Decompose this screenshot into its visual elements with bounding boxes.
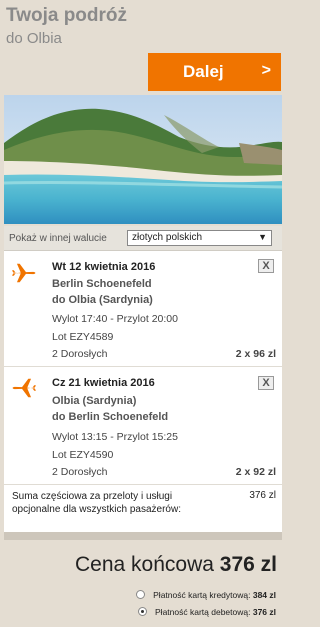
flight-number: Lot EZY4590 [52, 449, 114, 461]
flight-times: Wylot 17:40 - Przylot 20:00 [52, 313, 178, 325]
currency-select[interactable]: złotych polskich ▼ [127, 230, 272, 246]
flight-passengers: 2 Dorosłych [52, 466, 108, 478]
flight-price: 2 x 96 zl [235, 348, 276, 360]
payment-option-amount: 384 zl [252, 590, 276, 600]
remove-flight-button[interactable]: X [258, 259, 274, 273]
chevron-right-icon: > [261, 62, 271, 79]
payment-option-credit[interactable]: Płatność kartą kredytową: 384 zl [135, 590, 276, 600]
page-subtitle: do Olbia [6, 30, 62, 47]
flight-date: Wt 12 kwietnia 2016 [52, 261, 156, 273]
payment-option-label: Płatność kartą kredytową: [153, 590, 251, 600]
flight-card-return: Cz 21 kwietnia 2016 Olbia (Sardynia) do … [4, 366, 282, 484]
flight-price: 2 x 92 zl [235, 466, 276, 478]
header: Twoja podróż do Olbia [0, 0, 286, 52]
payment-option-label: Płatność kartą debetową: [155, 607, 251, 617]
plane-icon [12, 378, 36, 398]
final-price-amount: 376 zl [219, 553, 277, 576]
subtotal-amount: 376 zl [249, 490, 276, 501]
flight-date: Cz 21 kwietnia 2016 [52, 377, 155, 389]
payment-option-debit[interactable]: Płatność kartą debetową: 376 zl [137, 607, 276, 617]
final-price: Cena końcowa 376 zl [75, 553, 277, 577]
flight-card-outbound: Wt 12 kwietnia 2016 Berlin Schoenefeld d… [4, 251, 282, 366]
subtotal-row: Suma częściowa za przeloty i usługi opcj… [4, 484, 282, 532]
payment-option-amount: 376 zl [252, 607, 276, 617]
flight-destination: do Olbia (Sardynia) [52, 294, 153, 306]
next-button-label: Dalej [183, 62, 224, 81]
subtotal-label: Suma częściowa za przeloty i usługi opcj… [12, 491, 181, 515]
remove-flight-button[interactable]: X [258, 376, 274, 390]
page-title: Twoja podróż [6, 5, 128, 26]
flight-origin: Berlin Schoenefeld [52, 278, 152, 290]
currency-label: Pokaż w innej walucie [9, 233, 107, 244]
radio-button[interactable] [135, 590, 145, 599]
divider [4, 532, 282, 540]
flight-times: Wylot 13:15 - Przylot 15:25 [52, 431, 178, 443]
radio-button-selected[interactable] [137, 607, 147, 616]
flight-destination: do Berlin Schoenefeld [52, 411, 169, 423]
flight-passengers: 2 Dorosłych [52, 348, 108, 360]
chevron-down-icon: ▼ [258, 232, 267, 242]
destination-photo [4, 95, 282, 224]
next-button[interactable]: Dalej > [148, 53, 281, 91]
plane-icon [12, 263, 36, 283]
flight-number: Lot EZY4589 [52, 331, 114, 343]
flight-origin: Olbia (Sardynia) [52, 395, 137, 407]
currency-select-value: złotych polskich [132, 232, 203, 243]
currency-selector-row: Pokaż w innej walucie złotych polskich ▼ [4, 226, 282, 251]
final-price-label: Cena końcowa [75, 553, 214, 576]
